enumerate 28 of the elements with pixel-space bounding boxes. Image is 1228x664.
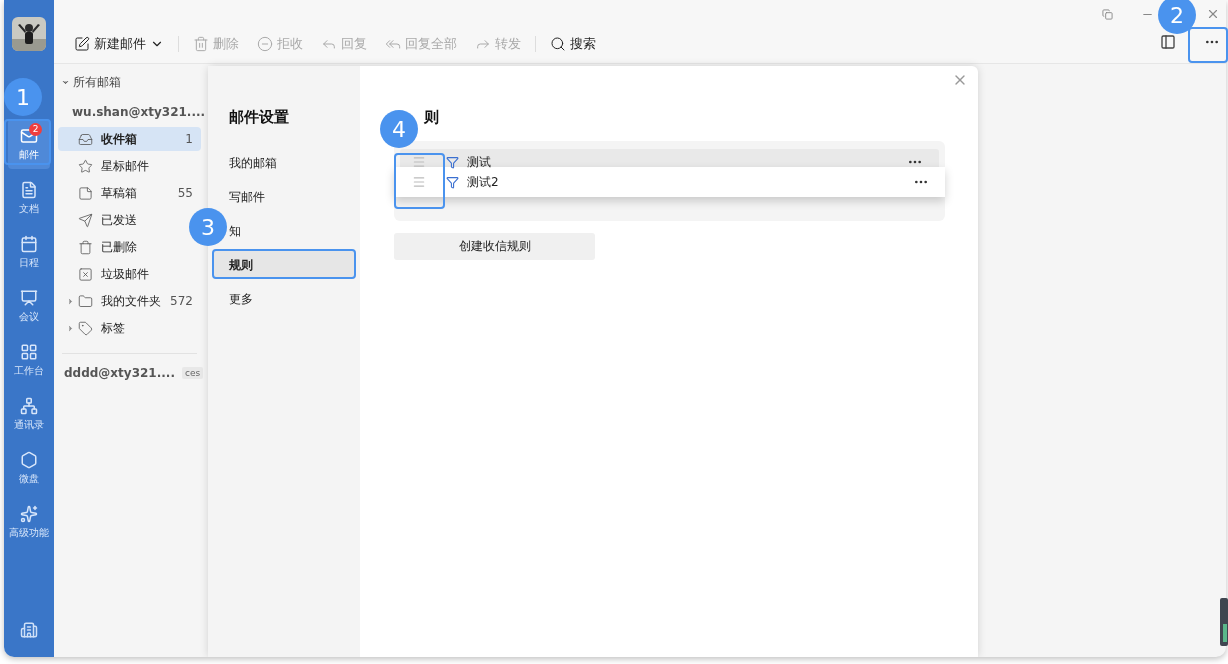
rail-item[interactable]: 日程 bbox=[8, 227, 50, 277]
rail-item[interactable]: 工作台 bbox=[8, 335, 50, 385]
folder-item[interactable]: 草稿箱 55 bbox=[58, 181, 201, 205]
settings-nav-item[interactable]: 更多 bbox=[213, 285, 355, 313]
folder-item[interactable]: 我的文件夹 572 bbox=[58, 289, 201, 313]
settings-nav-item[interactable]: 写邮件 bbox=[213, 183, 355, 211]
rail-item[interactable]: 文档 bbox=[8, 173, 50, 223]
rail-item[interactable]: 会议 bbox=[8, 281, 50, 331]
mailbox-group[interactable]: 所有邮箱 bbox=[58, 72, 201, 93]
settings-nav-item[interactable]: 规则 bbox=[213, 251, 355, 279]
unread-badge: 2 bbox=[29, 123, 42, 136]
folder-item[interactable]: 垃圾邮件 bbox=[58, 262, 201, 286]
rule-row[interactable]: 测试2 bbox=[394, 167, 945, 197]
rail-item[interactable]: 邮件 2 bbox=[8, 119, 50, 169]
dialog-title: 邮件设置 bbox=[228, 108, 290, 127]
folder-item[interactable]: 标签 bbox=[58, 316, 201, 340]
create-rule-button[interactable]: 创建收信规则 bbox=[394, 233, 595, 260]
folder-item[interactable]: 收件箱 1 bbox=[58, 127, 201, 151]
rail-item[interactable]: 高级功能 bbox=[8, 497, 50, 547]
rail-item[interactable]: 通讯录 bbox=[8, 389, 50, 439]
toolbar-button[interactable]: 搜索 bbox=[542, 31, 604, 56]
rail-item[interactable]: 微盘 bbox=[8, 443, 50, 493]
toolbar-button[interactable]: 新建邮件 bbox=[66, 31, 172, 56]
account-item[interactable]: dddd@xty321.... ces bbox=[58, 366, 201, 380]
folder-item[interactable]: 星标邮件 bbox=[58, 154, 201, 178]
section-heading: 则 bbox=[423, 108, 440, 127]
account-tag: ces bbox=[181, 367, 204, 379]
settings-nav-item[interactable]: 我的邮箱 bbox=[213, 149, 355, 177]
